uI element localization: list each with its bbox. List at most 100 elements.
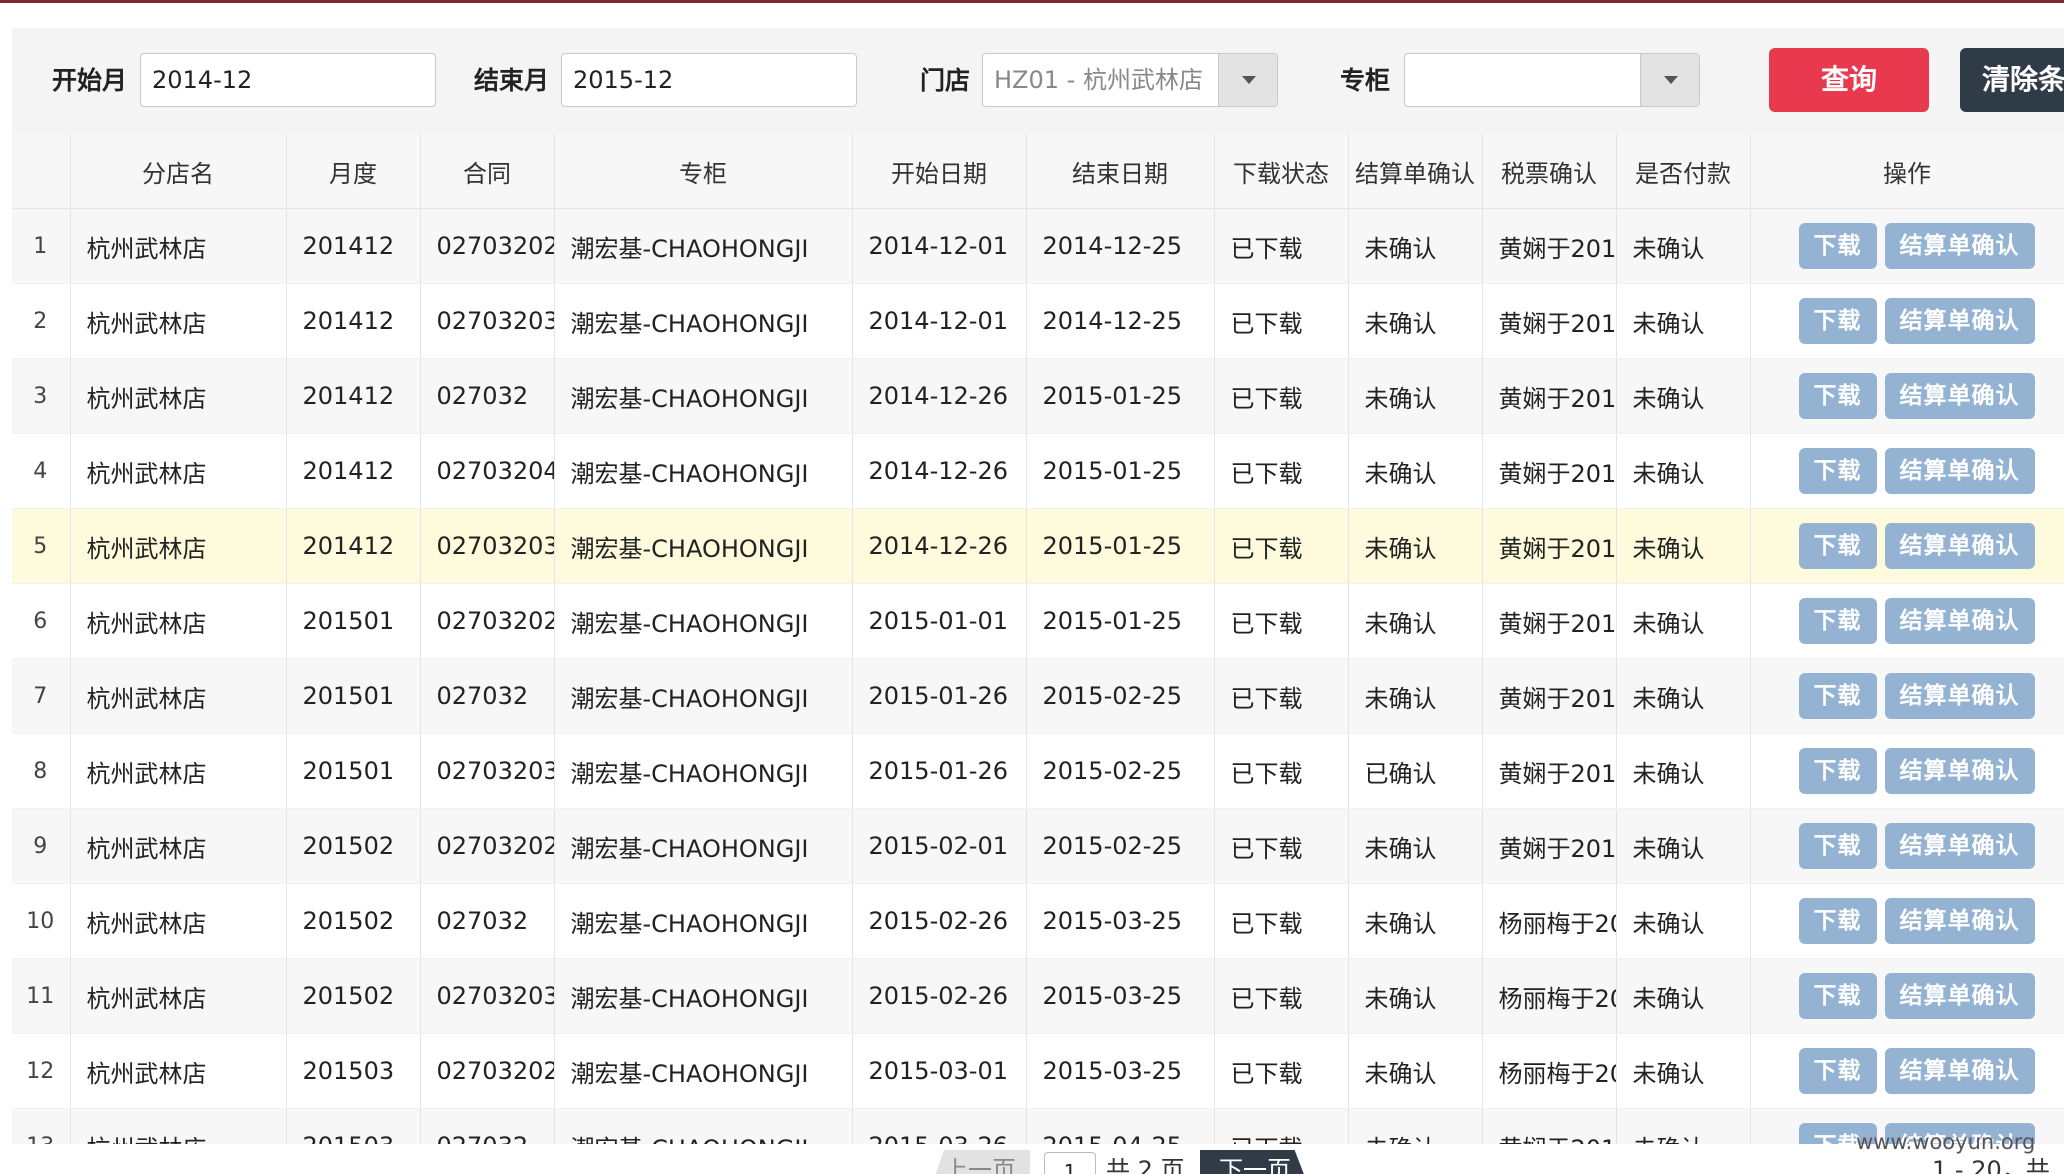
cell-end-date: 2015-03-25	[1026, 1033, 1215, 1109]
cell-paid: 未确认	[1616, 658, 1751, 734]
settlement-confirm-button[interactable]: 结算单确认	[1884, 298, 2035, 344]
cell-counter: 潮宏基-CHAOHONGJI	[554, 283, 853, 359]
download-button[interactable]: 下载	[1798, 748, 1877, 794]
cell-tax-confirm: 黄娴于2015	[1482, 658, 1617, 734]
prev-page-button[interactable]: 上一页	[930, 1150, 1030, 1174]
settlement-confirm-button[interactable]: 结算单确认	[1884, 973, 2035, 1019]
download-button[interactable]: 下载	[1798, 1048, 1877, 1094]
end-month-input[interactable]: 2015-12	[561, 53, 857, 107]
col-header-settlement-confirm[interactable]: 结算单确认	[1348, 134, 1483, 209]
cell-actions: 下载结算单确认	[1750, 883, 2064, 959]
cell-contract: 02703203	[420, 958, 555, 1034]
col-header-download-status[interactable]: 下载状态	[1214, 134, 1349, 209]
settlement-confirm-button[interactable]: 结算单确认	[1884, 823, 2035, 869]
table-row[interactable]: 8 杭州武林店 201501 02703203 潮宏基-CHAOHONGJI 2…	[12, 733, 2064, 809]
download-button[interactable]: 下载	[1798, 898, 1877, 944]
start-month-input[interactable]: 2014-12	[140, 53, 436, 107]
cell-actions: 下载结算单确认	[1750, 958, 2064, 1034]
settlement-confirm-button[interactable]: 结算单确认	[1884, 448, 2035, 494]
table-row[interactable]: 3 杭州武林店 201412 027032 潮宏基-CHAOHONGJI 201…	[12, 358, 2064, 434]
cell-start-date: 2015-02-01	[852, 808, 1027, 884]
download-button[interactable]: 下载	[1798, 448, 1877, 494]
table-row[interactable]: 7 杭州武林店 201501 027032 潮宏基-CHAOHONGJI 201…	[12, 658, 2064, 734]
table-row[interactable]: 12 杭州武林店 201503 02703202 潮宏基-CHAOHONGJI …	[12, 1033, 2064, 1109]
download-button[interactable]: 下载	[1798, 223, 1877, 269]
download-button[interactable]: 下载	[1798, 298, 1877, 344]
col-header-counter[interactable]: 专柜	[554, 134, 853, 209]
cell-counter: 潮宏基-CHAOHONGJI	[554, 208, 853, 284]
row-index: 13	[12, 1108, 71, 1144]
download-button[interactable]: 下载	[1798, 673, 1877, 719]
next-page-button[interactable]: 下一页	[1200, 1150, 1310, 1174]
download-button[interactable]: 下载	[1798, 523, 1877, 569]
settlement-confirm-button[interactable]: 结算单确认	[1884, 1048, 2035, 1094]
table-row[interactable]: 2 杭州武林店 201412 02703203 潮宏基-CHAOHONGJI 2…	[12, 283, 2064, 359]
download-button[interactable]: 下载	[1798, 373, 1877, 419]
chevron-down-icon[interactable]	[1640, 54, 1699, 106]
cell-counter: 潮宏基-CHAOHONGJI	[554, 583, 853, 659]
chevron-down-icon[interactable]	[1218, 54, 1277, 106]
cell-start-date: 2014-12-26	[852, 358, 1027, 434]
col-header-end-date[interactable]: 结束日期	[1026, 134, 1215, 209]
counter-select[interactable]	[1404, 53, 1700, 107]
counter-label: 专柜	[1340, 66, 1391, 95]
query-button[interactable]: 查询	[1769, 48, 1929, 112]
download-button[interactable]: 下载	[1798, 823, 1877, 869]
cell-actions: 下载结算单确认	[1750, 358, 2064, 434]
settlement-confirm-button[interactable]: 结算单确认	[1884, 898, 2035, 944]
settlement-confirm-button[interactable]: 结算单确认	[1884, 598, 2035, 644]
cell-store: 杭州武林店	[70, 508, 287, 584]
col-header-contract[interactable]: 合同	[420, 134, 555, 209]
page-number-input[interactable]: 1	[1044, 1152, 1096, 1174]
table-row-highlighted[interactable]: 5 杭州武林店 201412 02703203 潮宏基-CHAOHONGJI 2…	[12, 508, 2064, 584]
cell-end-date: 2014-12-25	[1026, 208, 1215, 284]
col-header-month[interactable]: 月度	[286, 134, 421, 209]
cell-store: 杭州武林店	[70, 658, 287, 734]
cell-start-date: 2015-01-26	[852, 733, 1027, 809]
cell-actions: 下载结算单确认	[1750, 583, 2064, 659]
cell-start-date: 2015-02-26	[852, 883, 1027, 959]
cell-settlement-confirm: 未确认	[1348, 958, 1483, 1034]
row-index: 1	[12, 208, 71, 284]
table-row[interactable]: 9 杭州武林店 201502 02703202 潮宏基-CHAOHONGJI 2…	[12, 808, 2064, 884]
row-index: 2	[12, 283, 71, 359]
settlement-table-container: 分店名 月度 合同 专柜 开始日期 结束日期 下载状态 结算单确认 税票确认 是…	[12, 134, 2064, 1144]
settlement-confirm-button[interactable]: 结算单确认	[1884, 748, 2035, 794]
table-row[interactable]: 6 杭州武林店 201501 02703202 潮宏基-CHAOHONGJI 2…	[12, 583, 2064, 659]
cell-settlement-confirm: 未确认	[1348, 283, 1483, 359]
watermark: www.wooyun.org	[1856, 1130, 2036, 1154]
cell-start-date: 2014-12-01	[852, 283, 1027, 359]
cell-paid: 未确认	[1616, 508, 1751, 584]
cell-contract: 02703202	[420, 808, 555, 884]
table-row[interactable]: 4 杭州武林店 201412 02703204 潮宏基-CHAOHONGJI 2…	[12, 433, 2064, 509]
download-button[interactable]: 下载	[1798, 973, 1877, 1019]
settlement-confirm-button[interactable]: 结算单确认	[1884, 673, 2035, 719]
cell-start-date: 2014-12-26	[852, 433, 1027, 509]
table-header-row: 分店名 月度 合同 专柜 开始日期 结束日期 下载状态 结算单确认 税票确认 是…	[12, 134, 2064, 209]
col-header-tax-confirm[interactable]: 税票确认	[1482, 134, 1617, 209]
clear-filters-button[interactable]: 清除条件	[1960, 48, 2064, 112]
cell-paid: 未确认	[1616, 1033, 1751, 1109]
cell-paid: 未确认	[1616, 1108, 1751, 1144]
col-header-store[interactable]: 分店名	[70, 134, 287, 209]
cell-tax-confirm: 黄娴于2015	[1482, 1108, 1617, 1144]
cell-month: 201502	[286, 958, 421, 1034]
cell-store: 杭州武林店	[70, 733, 287, 809]
col-header-paid[interactable]: 是否付款	[1616, 134, 1751, 209]
col-header-start-date[interactable]: 开始日期	[852, 134, 1027, 209]
table-row[interactable]: 1 杭州武林店 201412 02703202 潮宏基-CHAOHONGJI 2…	[12, 208, 2064, 284]
settlement-confirm-button[interactable]: 结算单确认	[1884, 223, 2035, 269]
store-select[interactable]: HZ01 - 杭州武林店	[982, 53, 1278, 107]
settlement-confirm-button[interactable]: 结算单确认	[1884, 373, 2035, 419]
settlement-table: 分店名 月度 合同 专柜 开始日期 结束日期 下载状态 结算单确认 税票确认 是…	[12, 134, 2064, 1144]
table-row[interactable]: 13 杭州武林店 201503 027032 潮宏基-CHAOHONGJI 20…	[12, 1108, 2064, 1144]
download-button[interactable]: 下载	[1798, 598, 1877, 644]
table-row[interactable]: 10 杭州武林店 201502 027032 潮宏基-CHAOHONGJI 20…	[12, 883, 2064, 959]
cell-end-date: 2015-02-25	[1026, 733, 1215, 809]
cell-tax-confirm: 黄娴于2015	[1482, 733, 1617, 809]
cell-paid: 未确认	[1616, 358, 1751, 434]
table-row[interactable]: 11 杭州武林店 201502 02703203 潮宏基-CHAOHONGJI …	[12, 958, 2064, 1034]
cell-paid: 未确认	[1616, 883, 1751, 959]
start-month-label: 开始月	[52, 66, 128, 95]
settlement-confirm-button[interactable]: 结算单确认	[1884, 523, 2035, 569]
